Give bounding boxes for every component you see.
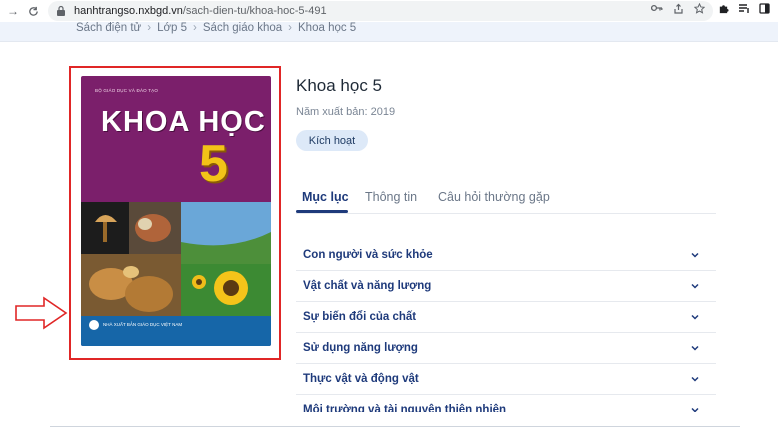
toc-item-thuc-vat-va-dong-vat[interactable]: Thực vật và động vật [296,364,716,395]
publisher-logo-icon [89,320,99,330]
toc-item-con-nguoi-va-suc-khoe[interactable]: Con người và sức khỏe [296,240,716,271]
breadcrumb-separator: › [147,22,152,34]
breadcrumb-separator: › [193,22,197,34]
toc-item-label: Môi trường và tài nguyên thiên nhiên [303,404,507,412]
bottom-divider [50,426,740,427]
chevron-down-icon[interactable] [690,374,700,384]
breadcrumb-item-sach-giao-khoa[interactable]: Sách giáo khoa [203,22,282,34]
tab-cau-hoi-thuong-gap[interactable]: Câu hỏi thường gặp [438,190,550,204]
toc-item-su-dung-nang-luong[interactable]: Sử dụng năng lượng [296,333,716,364]
reading-list-icon[interactable] [738,3,750,17]
tab-bar: Mục lục Thông tin Câu hỏi thường gặp [296,190,716,214]
tab-thong-tin[interactable]: Thông tin [365,190,417,204]
bookmark-star-icon[interactable] [693,2,706,17]
toc-item-label: Sử dụng năng lượng [303,342,418,354]
side-panel-icon[interactable] [759,3,770,17]
breadcrumb-bar: Sách điện tử › Lớp 5 › Sách giáo khoa › … [0,22,778,42]
cover-publisher-bottom: NHÀ XUẤT BẢN GIÁO DỤC VIỆT NAM [103,322,183,327]
toc-item-moi-truong-va-tai-nguyen[interactable]: Môi trường và tài nguyên thiên nhiên [296,395,716,412]
url-path: /sach-dien-tu/khoa-hoc-5-491 [182,5,327,17]
browser-toolbar: → hanhtrangso.nxbgd.vn/sach-dien-tu/khoa… [0,0,778,22]
cover-title: KHOA HỌC [101,106,266,138]
url-host: hanhtrangso.nxbgd.vn [74,5,183,17]
toc-item-label: Thực vật và động vật [303,373,419,385]
chevron-down-icon[interactable] [690,281,700,291]
right-arrow-icon [15,296,68,330]
chevron-down-icon[interactable] [690,250,700,260]
active-tab-indicator [296,210,348,213]
address-bar[interactable]: hanhtrangso.nxbgd.vn/sach-dien-tu/khoa-h… [48,1,713,21]
tab-muc-luc[interactable]: Mục lục [302,190,349,204]
breadcrumb: Sách điện tử › Lớp 5 › Sách giáo khoa › … [76,22,356,34]
table-of-contents: Con người và sức khỏe Vật chất và năng l… [296,240,716,412]
breadcrumb-item-current: Khoa học 5 [298,22,357,34]
cover-photo-collage [81,202,271,322]
book-title: Khoa học 5 [296,76,383,95]
activate-button[interactable]: Kích hoạt [296,130,368,151]
chevron-down-icon[interactable] [690,343,700,353]
cover-grade: 5 [199,135,228,193]
extensions-icon[interactable] [718,3,729,17]
publish-year: Năm xuất bản: 2019 [296,106,396,118]
reload-icon[interactable] [24,2,42,20]
breadcrumb-item-sach-dien-tu[interactable]: Sách điện tử [76,22,141,34]
share-icon[interactable] [673,3,684,17]
breadcrumb-separator: › [288,22,293,34]
toc-item-label: Vật chất và năng lượng [303,280,432,292]
toc-item-label: Sự biến đổi của chất [303,311,417,323]
toc-item-label: Con người và sức khỏe [303,249,433,261]
toc-item-su-bien-doi-cua-chat[interactable]: Sự biến đổi của chất [296,302,716,333]
cover-bottom-band [81,316,271,346]
book-cover[interactable]: BỘ GIÁO DỤC VÀ ĐÀO TẠO KHOA HỌC 5 NHÀ XU… [81,76,271,346]
toc-item-vat-chat-va-nang-luong[interactable]: Vật chất và năng lượng [296,271,716,302]
chevron-down-icon[interactable] [690,312,700,322]
forward-icon[interactable]: → [4,2,22,20]
chevron-down-icon[interactable] [690,405,700,412]
cover-publisher-top: BỘ GIÁO DỤC VÀ ĐÀO TẠO [95,88,159,93]
lock-icon [56,5,68,17]
key-icon[interactable] [650,3,663,17]
breadcrumb-item-lop-5[interactable]: Lớp 5 [157,22,187,34]
